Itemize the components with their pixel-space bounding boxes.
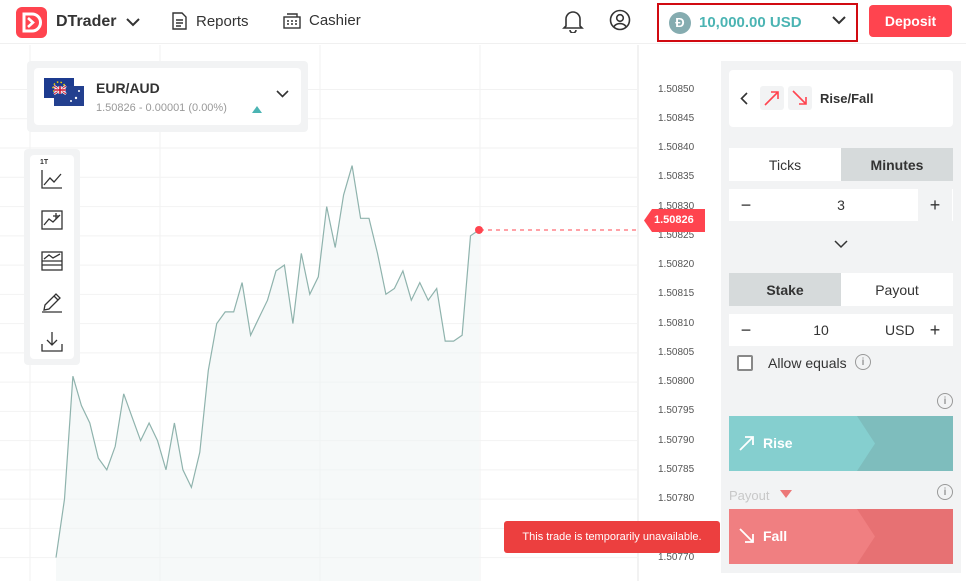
indicators-icon[interactable]: [40, 208, 64, 232]
payout-label: Payout: [729, 488, 770, 503]
allow-equals-label: Allow equals: [768, 355, 847, 371]
fall-purchase-button[interactable]: Fall: [729, 509, 953, 564]
platform-switcher[interactable]: DTrader: [16, 6, 141, 38]
price-axis-tick: 1.50790: [658, 434, 695, 446]
templates-icon[interactable]: [40, 249, 64, 273]
fall-arrow-icon: [739, 528, 754, 543]
trade-type-selector[interactable]: Rise/Fall: [729, 70, 953, 127]
allow-equals-info-icon[interactable]: i: [855, 354, 871, 370]
symbol-quote: 1.50826 - 0.00001 (0.00%): [96, 102, 227, 114]
chart-type-icon[interactable]: [40, 167, 64, 191]
rise-trade-icon: [760, 86, 784, 110]
allow-equals-checkbox[interactable]: [737, 355, 753, 371]
chart-interval-label: 1T: [40, 159, 49, 166]
price-axis-tick: 1.50815: [658, 288, 695, 300]
balance-amount: 10,000.00 USD: [699, 14, 802, 31]
cashier-icon: [283, 12, 301, 29]
duration-increase-button[interactable]: +: [918, 189, 952, 221]
chart-toolbox: 1T: [24, 149, 80, 365]
dtrader-logo: [16, 6, 47, 38]
chevron-down-icon: [832, 16, 846, 25]
payout-info: Payout: [729, 487, 792, 505]
account-profile-icon[interactable]: [609, 9, 631, 31]
tab-minutes[interactable]: Minutes: [841, 148, 953, 181]
price-axis-tick: 1.50845: [658, 112, 695, 124]
account-balance-switcher[interactable]: Đ 10,000.00 USD: [657, 3, 858, 42]
nav-cashier[interactable]: Cashier: [283, 12, 361, 29]
symbol-selector[interactable]: EUR/AUD 1.50826 - 0.00001 (0.00%): [27, 61, 308, 132]
rise-arrow-icon: [739, 436, 754, 451]
duration-input[interactable]: − 3 +: [729, 189, 953, 221]
price-axis-tick: 1.50800: [658, 376, 695, 388]
nav-reports-label: Reports: [196, 12, 249, 30]
stake-currency: USD: [885, 322, 915, 338]
tab-ticks[interactable]: Ticks: [729, 148, 841, 181]
price-area-fill: [56, 165, 479, 581]
price-axis-tick: 1.50850: [658, 83, 695, 95]
symbol-name: EUR/AUD: [96, 80, 160, 96]
current-price-tag: 1.50826: [644, 209, 705, 232]
chevron-down-icon[interactable]: [834, 240, 848, 249]
nav-cashier-label: Cashier: [309, 12, 361, 29]
drawing-tools-pencil-icon[interactable]: [40, 290, 64, 314]
brand-name: DTrader: [56, 13, 117, 30]
payout-down-arrow-icon: [780, 490, 792, 498]
price-axis-tick: 1.50835: [658, 171, 695, 183]
demo-account-icon: Đ: [669, 11, 691, 34]
chevron-left-icon: [740, 92, 748, 105]
deposit-button[interactable]: Deposit: [869, 5, 952, 37]
price-axis-tick: 1.50785: [658, 463, 695, 475]
stake-input[interactable]: − 10 USD +: [729, 314, 953, 346]
rise-label: Rise: [763, 435, 793, 451]
price-up-arrow-icon: [252, 106, 262, 113]
tab-stake[interactable]: Stake: [729, 273, 841, 306]
notifications-bell-icon[interactable]: [562, 9, 584, 33]
fall-info-icon[interactable]: i: [937, 484, 953, 500]
eur-aud-flag-icon: [44, 78, 84, 106]
price-axis-tick: 1.50770: [658, 551, 695, 563]
price-axis-tick: 1.50810: [658, 317, 695, 329]
trade-type-label: Rise/Fall: [820, 91, 874, 106]
stake-increase-button[interactable]: +: [924, 319, 946, 341]
rise-info-icon[interactable]: i: [937, 393, 953, 409]
price-axis-tick: 1.50820: [658, 259, 695, 271]
top-bar: DTrader Reports Cashier Đ 10,000.00 USD …: [0, 0, 966, 44]
trade-unavailable-tooltip: This trade is temporarily unavailable.: [504, 521, 720, 553]
current-spot-marker: [475, 225, 483, 234]
download-icon[interactable]: [40, 330, 64, 354]
price-axis-tick: 1.50795: [658, 405, 695, 417]
rise-purchase-button[interactable]: Rise: [729, 416, 953, 471]
fall-label: Fall: [763, 528, 788, 544]
nav-reports[interactable]: Reports: [171, 12, 249, 30]
fall-trade-icon: [788, 86, 812, 110]
current-price-text: 1.50826: [654, 214, 694, 226]
price-axis-tick: 1.50805: [658, 346, 695, 358]
chevron-down-icon: [126, 17, 141, 26]
price-axis-tick: 1.50780: [658, 493, 695, 505]
reports-icon: [172, 12, 187, 30]
chevron-down-icon: [276, 90, 289, 98]
price-axis-tick: 1.50840: [658, 142, 695, 154]
tab-payout[interactable]: Payout: [841, 273, 953, 306]
